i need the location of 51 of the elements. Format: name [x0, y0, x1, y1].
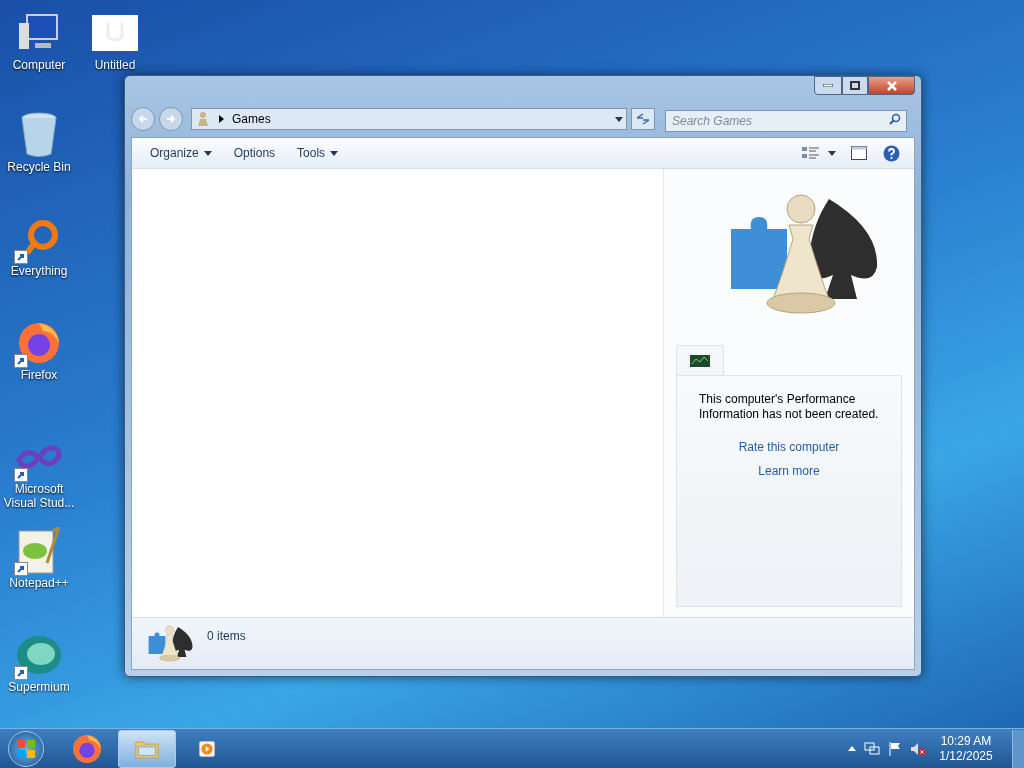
address-text: Games	[232, 111, 272, 128]
desktop-icon-label[interactable]: Notepad++	[0, 576, 81, 590]
minimize-button[interactable]	[814, 76, 842, 95]
desktop-icon-label[interactable]: Everything	[0, 264, 81, 278]
trash-bin-icon	[20, 112, 58, 158]
address-bar[interactable]: Games	[191, 108, 627, 130]
toolbar-button[interactable]: Options	[225, 141, 284, 165]
desktop-icon-label[interactable]: Firefox	[0, 368, 81, 382]
close-icon	[886, 80, 897, 91]
forward-arrow-icon	[166, 114, 176, 124]
back-button[interactable]	[131, 107, 155, 131]
toolbar-button[interactable]: Tools	[289, 141, 347, 165]
caret-icon	[615, 116, 623, 122]
network-icon[interactable]	[864, 741, 880, 756]
refresh-arrows-icon	[636, 113, 650, 125]
performance-message: This computer's Performance Information has not been created.	[699, 392, 879, 422]
refresh-button[interactable]	[631, 108, 655, 130]
maximize-button[interactable]	[842, 76, 868, 95]
pawn-icon	[195, 111, 211, 127]
pane-link[interactable]: Learn more	[758, 462, 820, 480]
search-field[interactable]: Search Games	[665, 110, 907, 132]
clock[interactable]: 10:29 AM 1/12/2025	[934, 733, 998, 764]
desktop-icon-label[interactable]: Microsoft Visual Stud...	[0, 482, 81, 510]
close-button[interactable]	[868, 76, 915, 95]
maximize-icon	[850, 81, 860, 90]
help-icon	[882, 144, 900, 162]
start-button[interactable]	[8, 730, 44, 767]
pane-icon	[851, 146, 867, 160]
search-icon	[889, 113, 901, 125]
play-icon	[198, 740, 216, 757]
taskbar-button[interactable]	[118, 729, 176, 768]
view-list-icon	[802, 146, 820, 160]
chevron-right-icon	[219, 115, 224, 123]
flag-icon[interactable]	[888, 741, 902, 756]
pane-link[interactable]: Rate this computer	[738, 438, 840, 456]
show-hidden-icons-icon[interactable]	[848, 746, 856, 751]
desktop-icon-label[interactable]: Recycle Bin	[0, 160, 81, 174]
blank-document-icon	[92, 15, 138, 51]
toolbar-button[interactable]: Organize	[142, 141, 220, 165]
caret-icon	[828, 150, 836, 156]
minimize-icon	[823, 84, 833, 87]
game-pieces-icon	[148, 624, 193, 663]
item-count: 0 items	[207, 628, 246, 645]
fox-globe-icon	[17, 321, 61, 365]
forward-button[interactable]	[159, 107, 183, 131]
back-arrow-icon	[138, 114, 148, 124]
fox-globe-icon	[71, 733, 103, 764]
performance-tab[interactable]	[676, 345, 724, 375]
muted-speaker-icon[interactable]	[910, 741, 926, 756]
windows-logo-icon	[17, 739, 35, 758]
monitor-chart-icon	[690, 354, 710, 367]
